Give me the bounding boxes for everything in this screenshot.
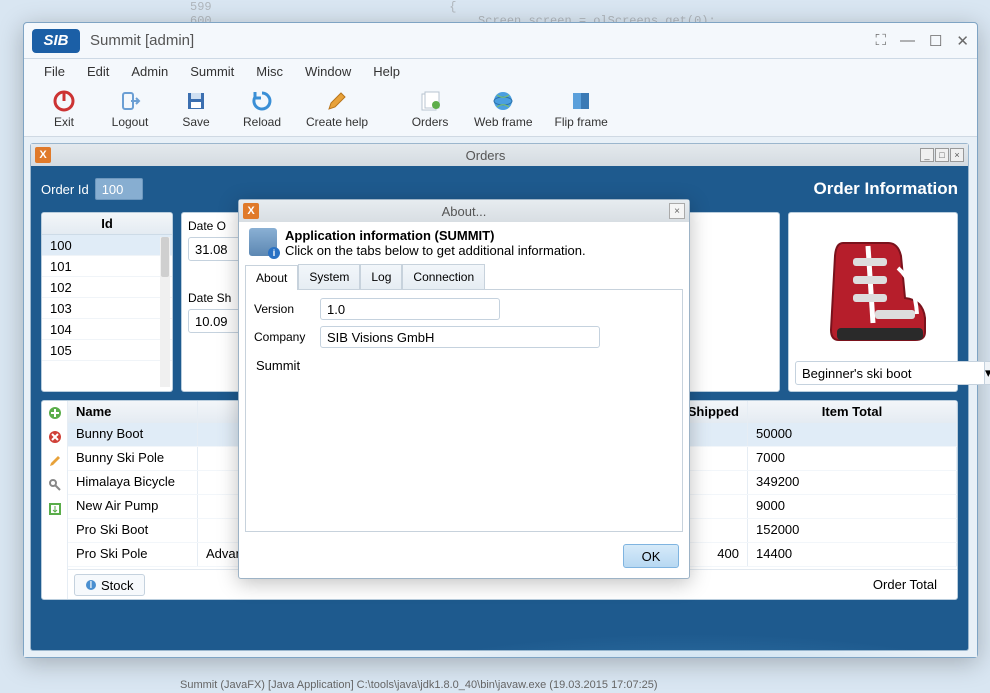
reload-button[interactable]: Reload bbox=[240, 89, 284, 129]
menu-edit[interactable]: Edit bbox=[79, 62, 117, 81]
export-icon[interactable] bbox=[47, 501, 63, 517]
about-title: About... bbox=[259, 204, 669, 219]
restore-icon[interactable]: ⛶ bbox=[875, 32, 886, 49]
id-row[interactable]: 100 bbox=[42, 235, 172, 256]
close-icon[interactable]: ✕ bbox=[956, 32, 969, 50]
about-tabs: About System Log Connection bbox=[239, 264, 689, 289]
product-image bbox=[795, 219, 951, 357]
version-field[interactable] bbox=[320, 298, 500, 320]
about-dialog: X About... × Application information (SU… bbox=[238, 199, 690, 579]
flip-frame-button[interactable]: Flip frame bbox=[555, 89, 608, 129]
about-close-icon[interactable]: × bbox=[669, 203, 685, 219]
product-image-panel: ▾ bbox=[788, 212, 958, 392]
app-logo: SIB bbox=[32, 29, 80, 53]
pencil-icon bbox=[325, 89, 349, 113]
id-header[interactable]: Id bbox=[42, 213, 172, 235]
mdi-close-icon[interactable]: × bbox=[950, 148, 964, 162]
delete-icon[interactable] bbox=[47, 429, 63, 445]
titlebar: SIB Summit [admin] ⛶ — ☐ ✕ bbox=[24, 23, 977, 59]
orders-icon bbox=[418, 89, 442, 113]
id-row[interactable]: 101 bbox=[42, 256, 172, 277]
about-description: Summit bbox=[254, 354, 674, 523]
logout-button[interactable]: Logout bbox=[108, 89, 152, 129]
col-name[interactable]: Name bbox=[68, 401, 198, 423]
menu-file[interactable]: File bbox=[36, 62, 73, 81]
about-tab-body: Version Company Summit bbox=[245, 289, 683, 532]
id-row[interactable]: 104 bbox=[42, 319, 172, 340]
id-row[interactable]: 102 bbox=[42, 277, 172, 298]
mdi-max-icon[interactable]: □ bbox=[935, 148, 949, 162]
order-id-label: Order Id bbox=[41, 182, 89, 197]
menubar: File Edit Admin Summit Misc Window Help bbox=[24, 59, 977, 83]
tab-connection[interactable]: Connection bbox=[402, 264, 485, 289]
product-combo-input[interactable] bbox=[795, 361, 985, 385]
exit-button[interactable]: Exit bbox=[42, 89, 86, 129]
web-frame-button[interactable]: Web frame bbox=[474, 89, 532, 129]
about-heading: Application information (SUMMIT) bbox=[285, 228, 586, 243]
tab-system[interactable]: System bbox=[298, 264, 360, 289]
id-scrollbar[interactable] bbox=[160, 237, 170, 387]
tab-about[interactable]: About bbox=[245, 265, 298, 290]
toolbar: Exit Logout Save Reload Create help Orde… bbox=[24, 83, 977, 137]
menu-admin[interactable]: Admin bbox=[123, 62, 176, 81]
ski-boot-icon bbox=[813, 228, 933, 348]
version-label: Version bbox=[254, 302, 314, 316]
info-app-icon bbox=[249, 228, 277, 256]
flip-icon bbox=[569, 89, 593, 113]
edit-icon[interactable] bbox=[47, 453, 63, 469]
id-list-panel: Id 100 101 102 103 104 105 bbox=[41, 212, 173, 392]
order-total-label: Order Total bbox=[873, 577, 937, 592]
col-total[interactable]: Item Total bbox=[748, 401, 957, 423]
company-field[interactable] bbox=[320, 326, 600, 348]
menu-summit[interactable]: Summit bbox=[182, 62, 242, 81]
save-button[interactable]: Save bbox=[174, 89, 218, 129]
id-row[interactable]: 105 bbox=[42, 340, 172, 361]
tab-log[interactable]: Log bbox=[360, 264, 402, 289]
globe-icon bbox=[491, 89, 515, 113]
maximize-icon[interactable]: ☐ bbox=[929, 32, 942, 50]
key-icon[interactable] bbox=[47, 477, 63, 493]
window-title: Summit [admin] bbox=[90, 32, 875, 49]
orders-frame-title: Orders bbox=[57, 148, 914, 163]
create-help-button[interactable]: Create help bbox=[306, 89, 368, 129]
add-icon[interactable] bbox=[47, 405, 63, 421]
about-subtext: Click on the tabs below to get additiona… bbox=[285, 243, 586, 258]
order-id-input[interactable] bbox=[95, 178, 143, 200]
order-info-heading: Order Information bbox=[813, 179, 958, 199]
logout-icon bbox=[118, 89, 142, 113]
orders-frame-icon: X bbox=[35, 147, 51, 163]
minimize-icon[interactable]: — bbox=[900, 32, 915, 49]
id-row[interactable]: 103 bbox=[42, 298, 172, 319]
orders-frame-titlebar[interactable]: X Orders _□× bbox=[31, 144, 968, 166]
about-frame-icon: X bbox=[243, 203, 259, 219]
ok-button[interactable]: OK bbox=[623, 544, 679, 568]
menu-misc[interactable]: Misc bbox=[248, 62, 291, 81]
reload-icon bbox=[250, 89, 274, 113]
menu-help[interactable]: Help bbox=[365, 62, 408, 81]
power-icon bbox=[52, 89, 76, 113]
svg-text:i: i bbox=[90, 579, 93, 591]
orders-button[interactable]: Orders bbox=[408, 89, 452, 129]
company-label: Company bbox=[254, 330, 314, 344]
save-icon bbox=[184, 89, 208, 113]
menu-window[interactable]: Window bbox=[297, 62, 359, 81]
ide-status-text: Summit (JavaFX) [Java Application] C:\to… bbox=[180, 679, 658, 691]
mdi-min-icon[interactable]: _ bbox=[920, 148, 934, 162]
stock-button[interactable]: iStock bbox=[74, 574, 145, 596]
about-titlebar[interactable]: X About... × bbox=[239, 200, 689, 222]
info-icon: i bbox=[85, 579, 97, 591]
product-combo-button[interactable]: ▾ bbox=[985, 361, 990, 385]
